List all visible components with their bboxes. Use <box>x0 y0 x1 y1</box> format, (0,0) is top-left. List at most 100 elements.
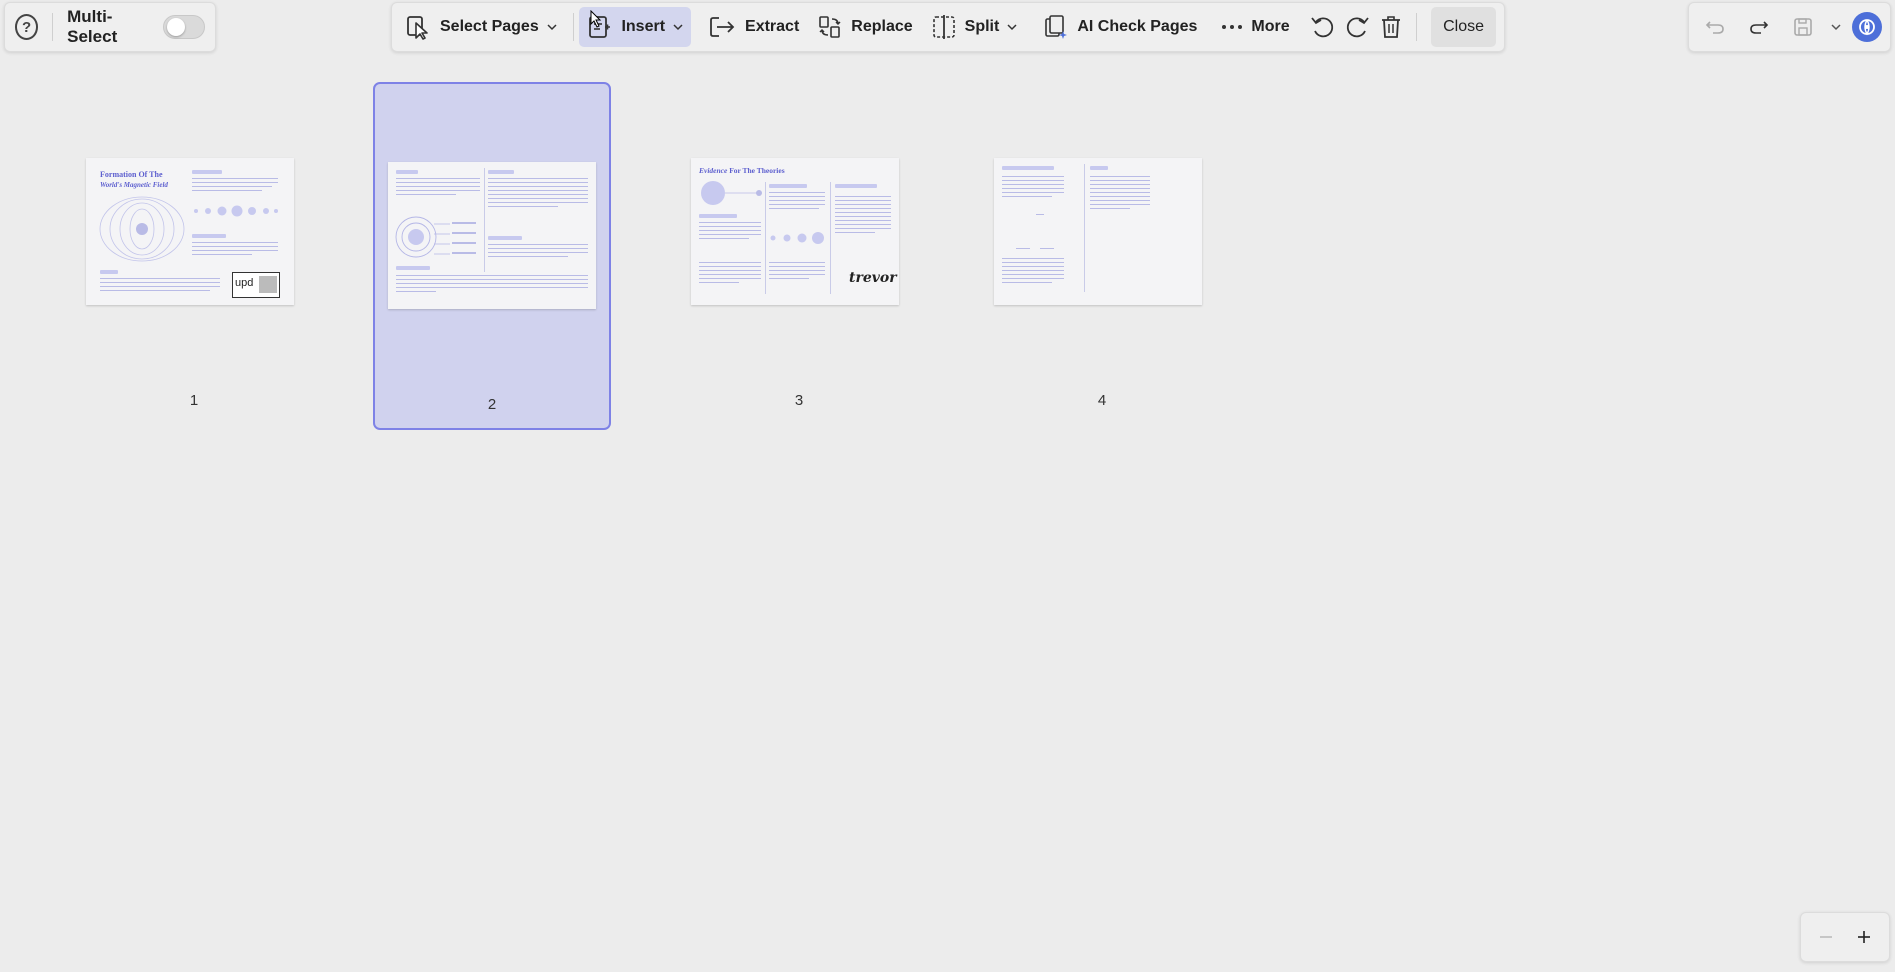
chevron-down-icon <box>1831 24 1841 31</box>
divider <box>52 13 54 41</box>
thumb-text <box>1002 196 1052 198</box>
thumb-text <box>488 252 588 254</box>
multi-select-toggle[interactable] <box>162 15 205 39</box>
thumb-text <box>192 254 252 256</box>
thumb-text <box>769 278 809 280</box>
help-icon[interactable]: ? <box>15 14 39 40</box>
rotate-left-button[interactable] <box>1308 7 1340 47</box>
thumb-text <box>835 200 891 202</box>
split-label: Split <box>964 18 1000 35</box>
thumb-text <box>396 275 588 277</box>
thumb-text <box>396 186 480 188</box>
thumb-text <box>835 216 891 218</box>
thumb-text <box>699 274 761 276</box>
thumb-text <box>769 204 825 206</box>
thumb-text <box>488 198 588 200</box>
ai-assistant-icon <box>1859 19 1875 36</box>
thumb-text <box>699 238 749 240</box>
thumb-text <box>769 262 825 264</box>
planet-sizes-diagram <box>194 205 278 217</box>
thumb-text <box>396 182 480 184</box>
divider <box>1416 13 1418 41</box>
page-card-4[interactable]: 4 <box>983 82 1221 430</box>
thumb-text <box>1090 188 1150 190</box>
redo-button[interactable] <box>1741 9 1777 45</box>
page-card-2[interactable]: 2 <box>373 82 611 430</box>
page-thumbnail <box>388 162 596 309</box>
thumb-text <box>699 282 739 284</box>
thumb-heading <box>192 170 222 174</box>
thumb-text <box>488 202 588 204</box>
thumb-text <box>699 222 761 224</box>
toggle-knob <box>166 18 185 36</box>
thumb-text <box>1002 188 1064 190</box>
thumb-text <box>1002 282 1052 284</box>
thumb-text <box>769 196 825 198</box>
thumb-text <box>835 228 891 230</box>
replace-label: Replace <box>851 18 913 35</box>
thumb-text <box>192 250 278 252</box>
planet-sizes-diagram <box>770 232 824 244</box>
ai-assistant-avatar[interactable] <box>1852 12 1882 42</box>
split-button[interactable]: Split <box>923 7 1026 47</box>
thumb-text <box>769 266 825 268</box>
replace-icon <box>819 16 841 38</box>
thumb-text <box>192 182 278 184</box>
page-thumbnail <box>994 158 1202 305</box>
page-number: 4 <box>1097 392 1107 409</box>
thumb-heading <box>396 266 430 270</box>
ai-check-pages-button[interactable]: AI Check Pages <box>1035 7 1205 47</box>
thumb-subtitle: World's Magnetic Field <box>100 181 168 189</box>
thumb-text <box>192 178 278 180</box>
save-icon <box>1793 18 1812 36</box>
thumb-text <box>100 282 220 284</box>
thumb-text <box>699 230 761 232</box>
undo-button[interactable] <box>1697 9 1733 45</box>
thumb-text <box>699 262 761 264</box>
insert-label: Insert <box>621 18 666 35</box>
thumb-text <box>488 182 588 184</box>
thumb-text <box>1090 208 1130 210</box>
column-divider <box>765 182 766 294</box>
page-thumbnail: Formation Of The World's Magnetic Field … <box>86 158 294 305</box>
thumb-text <box>835 224 891 226</box>
thumb-text <box>769 192 825 194</box>
column-divider <box>830 182 831 294</box>
thumb-text <box>396 283 588 285</box>
delete-button[interactable] <box>1375 7 1407 47</box>
select-pages-button[interactable]: Select Pages <box>398 7 565 47</box>
zoom-out-button[interactable] <box>1808 919 1844 955</box>
rotate-left-icon <box>1311 17 1334 38</box>
page-number: 3 <box>794 392 804 409</box>
save-options-dropdown[interactable] <box>1828 9 1844 45</box>
page-card-3[interactable]: Evidence For The Theories trevor 3 <box>680 82 918 430</box>
more-button[interactable]: More <box>1213 7 1297 47</box>
page-thumbnail: Evidence For The Theories trevor <box>691 158 899 305</box>
thumb-text <box>835 196 891 198</box>
rotate-right-button[interactable] <box>1341 7 1373 47</box>
thumb-text <box>1090 176 1150 178</box>
replace-button[interactable]: Replace <box>809 7 920 47</box>
thumb-text <box>488 206 558 208</box>
chevron-down-icon <box>1007 24 1017 31</box>
undo-icon <box>1705 21 1724 34</box>
zoom-in-button[interactable] <box>1846 919 1882 955</box>
save-button[interactable] <box>1785 9 1821 45</box>
thumb-title-italic: Evidence <box>699 166 728 175</box>
extract-label: Extract <box>745 18 800 35</box>
earth-layers-diagram <box>395 216 476 258</box>
thumb-text <box>835 212 891 214</box>
thumb-title: Formation Of The <box>100 170 163 179</box>
history-panel <box>1688 2 1891 52</box>
thumb-text <box>1002 180 1064 182</box>
sun-earth-diagram <box>701 181 762 205</box>
close-button[interactable]: Close <box>1431 7 1496 47</box>
logo-image: upd <box>232 272 280 298</box>
thumb-text <box>835 204 891 206</box>
page-card-1[interactable]: Formation Of The World's Magnetic Field … <box>75 82 313 430</box>
extract-button[interactable]: Extract <box>701 7 807 47</box>
trash-icon <box>1381 16 1400 38</box>
thumb-text <box>835 208 891 210</box>
minus-icon <box>1820 936 1832 938</box>
thumb-text <box>835 220 891 222</box>
